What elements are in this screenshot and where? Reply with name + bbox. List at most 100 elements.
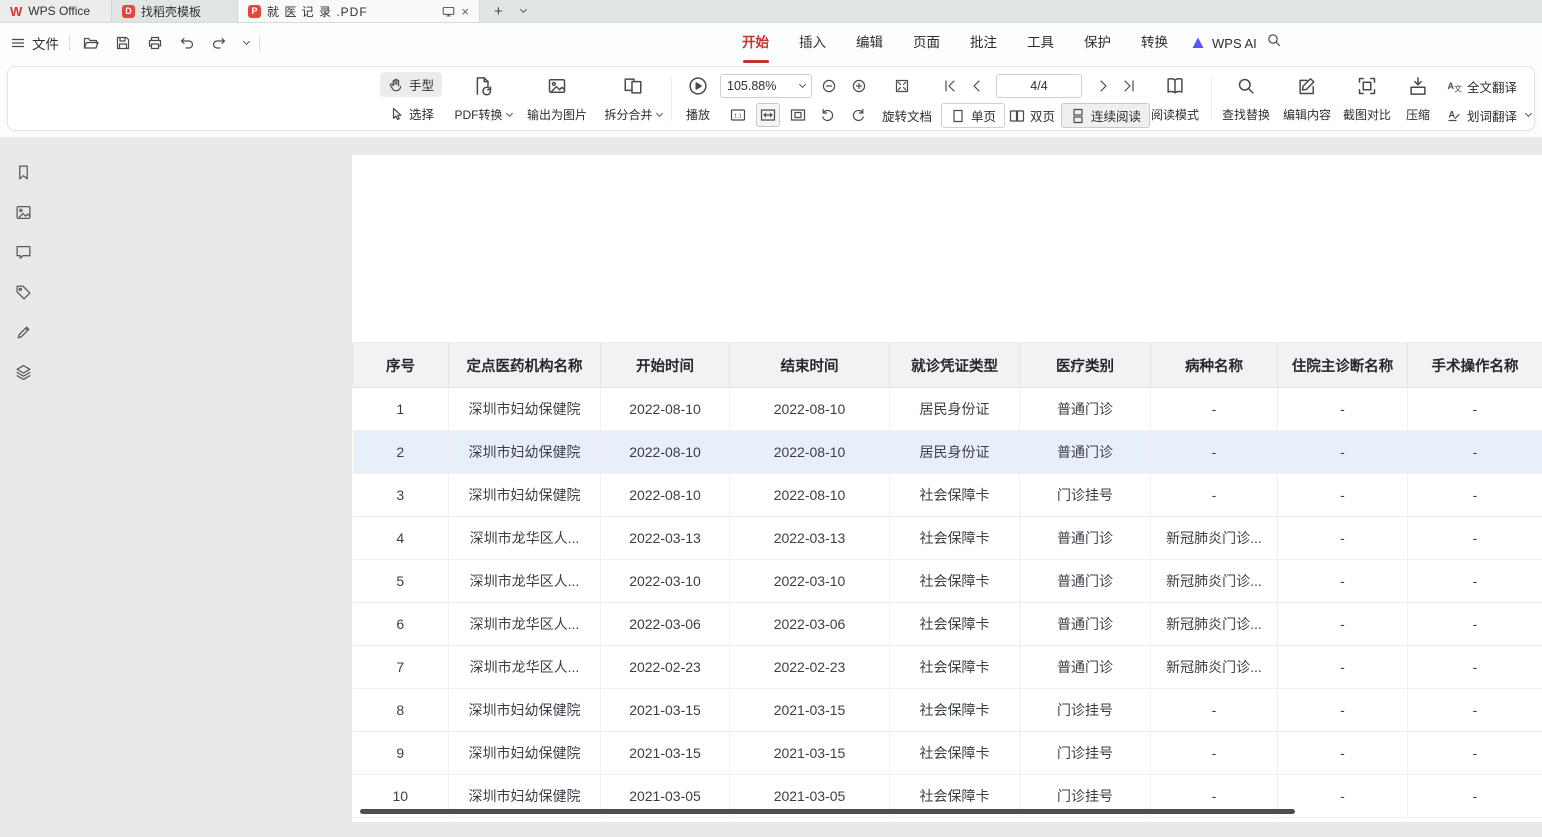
word-translate-button[interactable]: A 划词翻译	[1446, 103, 1531, 127]
rotate-right-button[interactable]	[846, 103, 870, 127]
pdf-convert-button[interactable]: PDF转换	[448, 73, 518, 126]
zoom-level-combobox[interactable]: 105.88%	[720, 74, 812, 98]
file-menu-button[interactable]: 文件	[10, 33, 59, 53]
table-cell: 2021-03-15	[601, 689, 730, 732]
menu-tab-工具[interactable]: 工具	[1012, 23, 1069, 63]
continuous-reading-label: 连续阅读	[1091, 106, 1141, 125]
svg-text:A: A	[1449, 110, 1456, 120]
close-tab-icon[interactable]: ×	[461, 4, 469, 19]
table-cell: 6	[353, 603, 449, 646]
last-page-button[interactable]	[1117, 74, 1141, 98]
screenshot-icon	[1357, 76, 1377, 96]
bookmarks-panel-button[interactable]	[13, 162, 33, 182]
new-tab-button[interactable]: +	[494, 4, 503, 19]
table-cell: 2022-08-10	[601, 474, 730, 517]
column-header: 开始时间	[601, 343, 730, 388]
continuous-reading-button[interactable]: 连续阅读	[1061, 103, 1150, 128]
search-icon	[1266, 32, 1282, 48]
tab-document[interactable]: P 就 医 记 录 .PDF ×	[238, 0, 480, 22]
table-cell: -	[1408, 474, 1542, 517]
page-number-input[interactable]: 4/4	[996, 74, 1082, 98]
fit-window-button[interactable]	[890, 74, 914, 98]
find-replace-button[interactable]: 查找替换	[1215, 73, 1277, 126]
zoom-in-button[interactable]	[847, 74, 871, 98]
first-page-button[interactable]	[938, 74, 962, 98]
print-button[interactable]	[144, 32, 166, 54]
tab-document-label: 就 医 记 录 .PDF	[267, 3, 368, 20]
table-row: 8深圳市妇幼保健院2021-03-152021-03-15社会保障卡门诊挂号--…	[353, 689, 1542, 732]
table-cell: 新冠肺炎门诊...	[1151, 517, 1278, 560]
table-cell: 2021-03-15	[730, 689, 890, 732]
fit-page-button[interactable]	[786, 103, 810, 127]
table-cell: -	[1408, 732, 1542, 775]
redo-icon	[211, 35, 227, 51]
screenshot-compare-button[interactable]: 截图对比	[1336, 73, 1398, 126]
table-row: 4深圳市龙华区人...2022-03-132022-03-13社会保障卡普通门诊…	[353, 517, 1542, 560]
highlight-panel-button[interactable]	[13, 322, 33, 342]
next-page-button[interactable]	[1091, 74, 1115, 98]
edit-content-button[interactable]: 编辑内容	[1276, 73, 1338, 126]
tab-list-chevron-icon[interactable]	[520, 6, 527, 13]
table-cell: -	[1278, 646, 1408, 689]
menu-tab-保护[interactable]: 保护	[1069, 23, 1126, 63]
word-translate-icon: A	[1446, 107, 1462, 123]
column-header: 住院主诊断名称	[1278, 343, 1408, 388]
play-button[interactable]: 播放	[676, 73, 720, 126]
table-cell: 普通门诊	[1020, 560, 1151, 603]
tab-docer-template[interactable]: D 找稻壳模板	[112, 0, 238, 22]
menu-tab-批注[interactable]: 批注	[955, 23, 1012, 63]
export-as-image-button[interactable]: 输出为图片	[518, 73, 596, 126]
compress-button[interactable]: 压缩	[1396, 73, 1440, 126]
comments-panel-button[interactable]	[13, 242, 33, 262]
save-button[interactable]	[112, 32, 134, 54]
horizontal-scrollbar-thumb[interactable]	[360, 809, 1295, 814]
table-cell: 深圳市龙华区人...	[449, 603, 601, 646]
rotate-document-button[interactable]: 旋转文档	[882, 103, 932, 127]
redo-button[interactable]	[208, 32, 230, 54]
reading-mode-button[interactable]: 阅读模式	[1146, 73, 1204, 126]
actual-size-button[interactable]: 1:1	[726, 103, 750, 127]
table-cell: 2022-08-10	[730, 388, 890, 431]
menu-tab-插入[interactable]: 插入	[784, 23, 841, 63]
table-cell: -	[1278, 431, 1408, 474]
table-cell: 社会保障卡	[890, 646, 1020, 689]
menu-tab-编辑[interactable]: 编辑	[841, 23, 898, 63]
single-page-button[interactable]: 单页	[941, 103, 1005, 128]
undo-button[interactable]	[176, 32, 198, 54]
annotations-panel-button[interactable]	[13, 282, 33, 302]
column-header: 结束时间	[730, 343, 890, 388]
full-text-translate-button[interactable]: A文 全文翻译	[1446, 74, 1517, 98]
single-page-label: 单页	[971, 106, 996, 125]
fit-window-icon	[894, 78, 910, 94]
thumbnails-panel-button[interactable]	[13, 202, 33, 222]
previous-page-button[interactable]	[965, 74, 989, 98]
table-cell: -	[1278, 517, 1408, 560]
fit-width-button[interactable]	[756, 103, 780, 127]
menu-tab-开始[interactable]: 开始	[727, 23, 784, 63]
table-cell: 普通门诊	[1020, 517, 1151, 560]
table-cell: -	[1278, 560, 1408, 603]
table-cell: -	[1408, 560, 1542, 603]
zoom-out-button[interactable]	[817, 74, 841, 98]
split-merge-chevron-icon	[655, 109, 662, 116]
hand-tool-button[interactable]: 手型	[380, 72, 442, 97]
pdf-convert-label: PDF转换	[454, 106, 502, 123]
table-cell: 4	[353, 517, 449, 560]
menu-tab-页面[interactable]: 页面	[898, 23, 955, 63]
undo-history-chevron-icon[interactable]	[243, 38, 250, 45]
table-cell: 深圳市龙华区人...	[449, 560, 601, 603]
select-tool-button[interactable]: 选择	[380, 101, 442, 126]
column-header: 序号	[353, 343, 449, 388]
rotate-left-button[interactable]	[816, 103, 840, 127]
left-panel-rail	[0, 137, 46, 837]
menubar-search-button[interactable]	[1266, 32, 1282, 53]
wps-ai-button[interactable]: WPS AI	[1190, 23, 1257, 63]
tab-wps-office[interactable]: W WPS Office	[0, 0, 112, 22]
word-translate-label: 划词翻译	[1467, 106, 1517, 125]
table-header-row: 序号定点医药机构名称开始时间结束时间就诊凭证类型医疗类别病种名称住院主诊断名称手…	[353, 343, 1542, 388]
split-merge-button[interactable]: 拆分合并	[596, 73, 670, 126]
layers-panel-button[interactable]	[13, 362, 33, 382]
menu-tab-转换[interactable]: 转换	[1126, 23, 1183, 63]
open-file-button[interactable]	[80, 32, 102, 54]
screen-cast-icon[interactable]	[442, 5, 455, 18]
